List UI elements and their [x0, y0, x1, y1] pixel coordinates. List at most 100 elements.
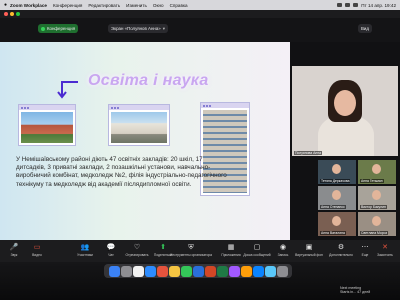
- video-button[interactable]: ▭ Видео: [24, 243, 50, 261]
- end-meeting-button[interactable]: ✕ Закончить: [372, 243, 398, 261]
- participant-avatar: [332, 190, 341, 200]
- wifi-icon[interactable]: [337, 3, 343, 7]
- shield-icon: ⛨: [188, 244, 194, 251]
- app-icon[interactable]: [228, 265, 240, 277]
- meeting-top-toolbar: Конференция Экран «Полуянов Анна» ▾ Вид: [0, 18, 400, 42]
- launchpad-icon[interactable]: [120, 265, 132, 277]
- extras-label: Дополнительно: [329, 253, 353, 257]
- view-screen-label: Экран «Полуянов Анна»: [111, 26, 161, 31]
- participants-label: Участники: [77, 253, 93, 257]
- record-button[interactable]: ◉ Запись: [270, 243, 296, 261]
- host-tools-label: Инструменты организатора: [170, 253, 213, 257]
- finder-icon[interactable]: [108, 265, 120, 277]
- video-icon: ▭: [33, 244, 41, 251]
- window-titlebar: [0, 10, 400, 18]
- participant-name: Анна Ваталина: [320, 231, 346, 235]
- participant-tile[interactable]: Тетяна Деркачова: [318, 160, 356, 184]
- trash-icon[interactable]: [276, 265, 288, 277]
- whiteboard-icon: ▢: [253, 244, 261, 251]
- participants-button[interactable]: 👥 Участники: [72, 243, 98, 261]
- participants-panel: Полуянова Анна Тетяна Деркачова Анна Гет…: [290, 42, 400, 240]
- virtual-background-button[interactable]: ▣ Виртуальный фон: [295, 243, 323, 261]
- school-photo-1: [18, 104, 76, 146]
- shield-icon: [41, 26, 45, 31]
- participant-name: Анна Степанко: [320, 205, 346, 209]
- participant-tile[interactable]: Светлана Мороз: [358, 212, 396, 236]
- background-icon: ▣: [305, 244, 313, 251]
- clock[interactable]: Пт 14 апр. 19:42: [361, 3, 396, 8]
- share-icon: ⬆: [160, 244, 166, 251]
- close-window-icon[interactable]: [4, 12, 8, 16]
- microphone-icon: 🎤: [9, 244, 19, 251]
- participant-avatar: [372, 164, 381, 174]
- slide-body-text: У Немішаївському районі діють 47 освітні…: [16, 156, 227, 188]
- menu-help[interactable]: Справка: [170, 3, 188, 8]
- participant-name: Анна Гетьман: [360, 179, 384, 183]
- participant-tile[interactable]: Анна Степанко: [318, 186, 356, 210]
- participant-tile[interactable]: Анна Гетьман: [358, 160, 396, 184]
- view-option-button[interactable]: Вид: [358, 24, 372, 33]
- speaker-face: [334, 90, 356, 116]
- shared-screen-slide: Освіта і наука У Немішаївському районі д…: [0, 42, 290, 240]
- app-icon[interactable]: [252, 265, 264, 277]
- whiteboard-button[interactable]: ▢ Доска сообщений: [243, 243, 270, 261]
- participant-avatar: [332, 164, 341, 174]
- menu-window[interactable]: Окно: [153, 3, 164, 8]
- conference-info-button[interactable]: Конференция: [38, 24, 79, 33]
- video-label: Видео: [32, 253, 42, 257]
- more-icon: ⋯: [361, 244, 369, 251]
- search-icon[interactable]: [353, 3, 359, 7]
- meeting-controls-bar: 🎤 Звук ▭ Видео 👥 Участники 💬 Чат ♡ Отреа…: [0, 240, 400, 262]
- macos-menubar: ● Zoom Workplace Конференция Редактирова…: [0, 0, 400, 10]
- extras-button[interactable]: ⚙ Дополнительно: [328, 243, 354, 261]
- chrome-icon[interactable]: [132, 265, 144, 277]
- powerpoint-icon[interactable]: [204, 265, 216, 277]
- chat-icon: 💬: [106, 244, 116, 251]
- app-icon[interactable]: [264, 265, 276, 277]
- participant-name: Полуянова Анна: [294, 151, 322, 155]
- status-area: Пт 14 апр. 19:42: [337, 3, 396, 8]
- share-button[interactable]: ⬆ Поделиться: [150, 243, 176, 261]
- heart-icon: ♡: [133, 244, 141, 251]
- virtual-background-label: Виртуальный фон: [295, 253, 323, 257]
- school-photo-2: [108, 104, 170, 146]
- apps-icon: ▦: [227, 244, 235, 251]
- record-icon: ◉: [279, 244, 287, 251]
- participant-tile[interactable]: Анна Ваталина: [318, 212, 356, 236]
- maximize-window-icon[interactable]: [16, 12, 20, 16]
- chat-button[interactable]: 💬 Чат: [98, 243, 124, 261]
- menu-conference[interactable]: Конференция: [53, 3, 82, 8]
- end-meeting-label: Закончить: [377, 253, 393, 257]
- participant-avatar: [372, 216, 381, 226]
- calendar-icon[interactable]: [156, 265, 168, 277]
- notes-icon[interactable]: [168, 265, 180, 277]
- react-label: Отреагировать: [125, 253, 149, 257]
- notification[interactable]: Next meeting Starts in... 47 дней: [340, 286, 370, 295]
- apple-icon[interactable]: ●: [4, 2, 7, 8]
- leave-icon: ✕: [382, 244, 388, 251]
- menu-modify[interactable]: Изменить: [126, 3, 147, 8]
- word-icon[interactable]: [192, 265, 204, 277]
- participant-tile[interactable]: Виктор Бакулин: [358, 186, 396, 210]
- apps-button[interactable]: ▦ Приложения: [218, 243, 244, 261]
- minimize-window-icon[interactable]: [10, 12, 14, 16]
- view-screen-button[interactable]: Экран «Полуянов Анна» ▾: [108, 24, 168, 33]
- host-tools-button[interactable]: ⛨ Инструменты организатора: [170, 243, 212, 261]
- participant-name: Светлана Мороз: [360, 231, 389, 235]
- chat-label: Чат: [108, 253, 114, 257]
- messages-icon[interactable]: [180, 265, 192, 277]
- slide-title: Освіта і наука: [88, 72, 209, 89]
- app-icon[interactable]: [240, 265, 252, 277]
- menu-edit[interactable]: Редактировать: [88, 3, 120, 8]
- active-speaker-tile[interactable]: Полуянова Анна: [292, 66, 398, 156]
- react-button[interactable]: ♡ Отреагировать: [124, 243, 150, 261]
- menu-zoom-workplace[interactable]: Zoom Workplace: [10, 3, 47, 8]
- zoom-icon[interactable]: [144, 265, 156, 277]
- notification-line-2: Starts in... 47 дней: [340, 290, 371, 295]
- participant-avatar: [332, 216, 341, 226]
- view-option-label: Вид: [361, 26, 369, 31]
- battery-icon[interactable]: [345, 3, 351, 7]
- excel-icon[interactable]: [216, 265, 228, 277]
- audio-label: Звук: [10, 253, 18, 257]
- macos-dock: [104, 264, 292, 278]
